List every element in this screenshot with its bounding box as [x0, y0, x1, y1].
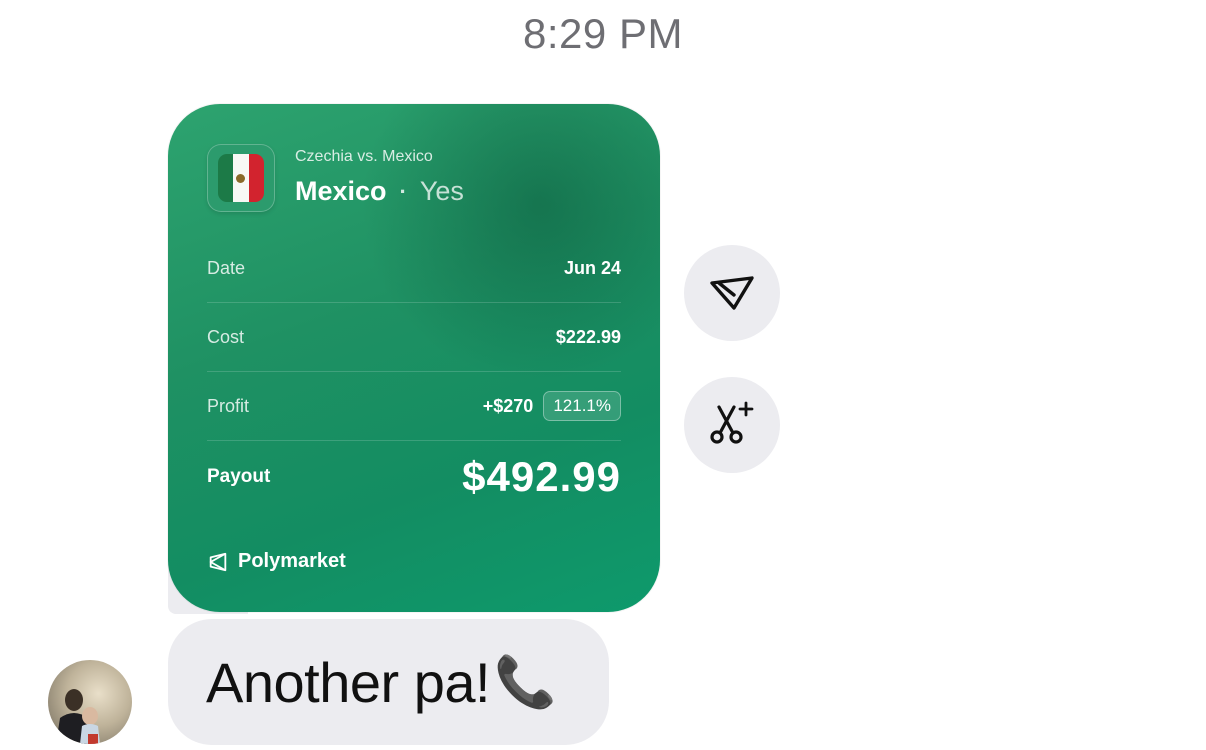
pick-team: Mexico: [295, 176, 387, 206]
profit-row: Profit +$270 121.1%: [207, 372, 621, 441]
pick-separator: ·: [399, 178, 407, 204]
cost-row: Cost $222.99: [207, 303, 621, 372]
filter-icon: [710, 276, 754, 310]
cost-label: Cost: [207, 326, 245, 347]
message-text: Another pa!: [206, 650, 491, 714]
pick-line: Mexico · Yes: [295, 176, 464, 207]
payout-label: Payout: [207, 466, 271, 487]
telephone-receiver-icon: 📞: [494, 653, 557, 710]
message-timestamp: 8:29 PM: [523, 10, 683, 57]
polymarket-bet-card[interactable]: Czechia vs. Mexico Mexico · Yes Date Jun…: [168, 104, 660, 612]
pick-outcome: Yes: [419, 176, 464, 206]
date-row: Date Jun 24: [207, 234, 621, 303]
polymarket-logo-icon: [209, 552, 227, 571]
message-bubble[interactable]: Another pa! 📞: [168, 619, 609, 745]
cost-value: $222.99: [555, 326, 621, 347]
magic-scissors-icon: [710, 401, 754, 444]
polymarket-brand: Polymarket: [207, 550, 346, 573]
payout-value: $492.99: [462, 453, 621, 500]
filter-button[interactable]: [684, 245, 780, 341]
payout-row: Payout $492.99: [207, 442, 621, 512]
brand-name: Polymarket: [238, 550, 346, 572]
profit-value: +$270: [482, 395, 534, 416]
magic-scissors-button[interactable]: [684, 377, 780, 473]
sender-avatar[interactable]: [48, 660, 132, 744]
mexico-flag-icon: [207, 144, 275, 212]
profit-label: Profit: [207, 395, 250, 416]
date-label: Date: [207, 257, 246, 278]
date-value: Jun 24: [563, 257, 621, 278]
match-title: Czechia vs. Mexico: [295, 148, 433, 165]
profit-percent-badge: 121.1%: [543, 391, 621, 421]
